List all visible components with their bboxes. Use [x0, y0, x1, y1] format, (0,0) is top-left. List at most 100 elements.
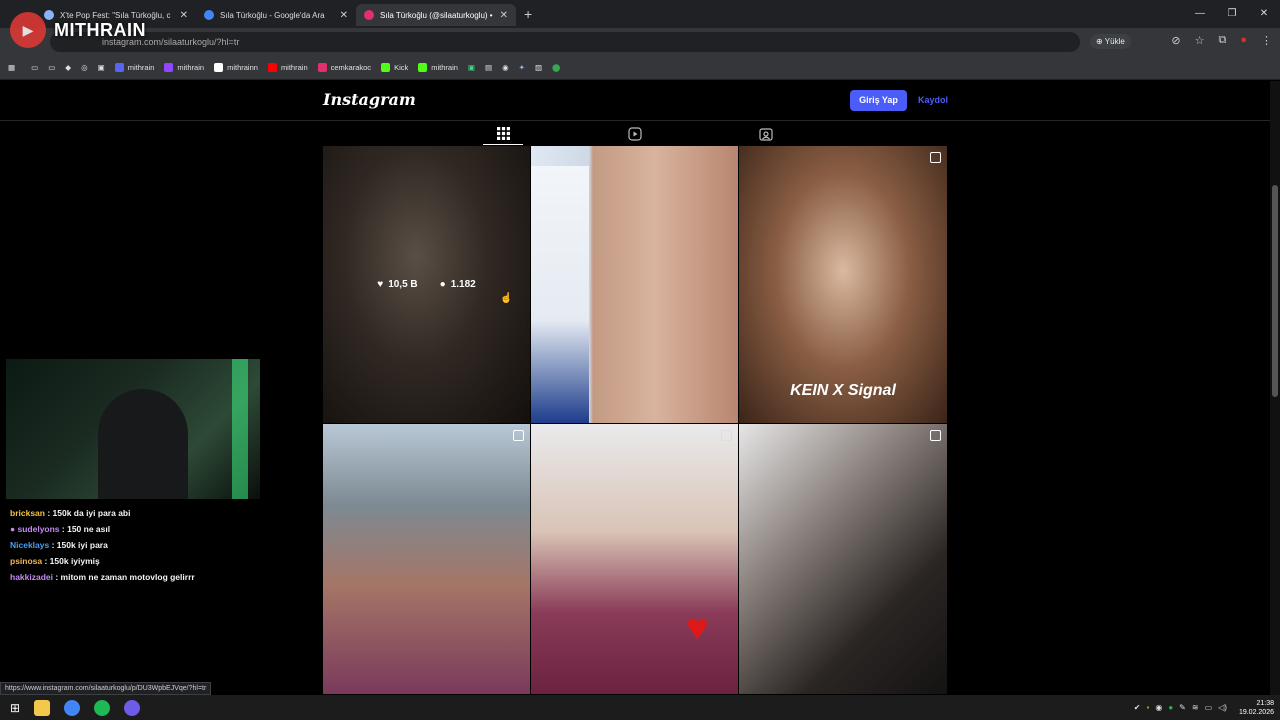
instagram-logo[interactable]: Instagram [323, 90, 416, 109]
bookmark-item[interactable]: mithrain [267, 63, 308, 72]
discord-icon[interactable]: ◉ [1155, 703, 1162, 712]
bookmark-item[interactable]: mithrain [418, 63, 458, 72]
nvidia-icon[interactable]: ▪ [1146, 703, 1149, 712]
bookmark-shortcut-icon[interactable]: ▤ [485, 63, 492, 72]
apps-icon[interactable]: ▦ [8, 63, 15, 72]
bookmark-shortcut-icon[interactable]: ▣ [98, 63, 105, 72]
tab-tagged[interactable] [746, 123, 786, 145]
bookmark-item[interactable]: mithrainn [214, 63, 258, 72]
chrome-icon[interactable] [64, 699, 81, 716]
chat-text: : 150k da iyi para abi [44, 508, 131, 518]
post-thumbnail[interactable]: ♥ [531, 424, 738, 694]
google-icon [204, 10, 214, 20]
chat-text: : mitom ne zaman motovlog gelirrr [53, 572, 195, 582]
stream-logo-overlay: ▶ MITHRAIN [10, 12, 146, 48]
bookmark-shortcut-icon[interactable]: ◎ [81, 63, 88, 72]
bookmark-item[interactable]: Kick [381, 63, 408, 72]
chat-text: : 150k iyi para [49, 540, 108, 550]
badge-icon: ● [10, 524, 18, 534]
restore-icon[interactable]: ❐ [1216, 0, 1248, 28]
close-tab-icon[interactable]: ✕ [180, 10, 188, 21]
profile-icon[interactable]: ● [1240, 34, 1247, 47]
tab-title: Sıla Türkoğlu - Google'da Ara [220, 10, 325, 20]
comments-count: 1.182 [450, 279, 476, 290]
tab-reels[interactable] [615, 123, 655, 145]
instagram-icon [364, 10, 374, 20]
post-thumbnail[interactable] [531, 146, 738, 423]
post-thumbnail[interactable]: KEIN X Signal [739, 146, 947, 423]
bookmark-shortcut-icon[interactable]: ⬤ [552, 63, 560, 72]
windows-start-icon[interactable]: ⊞ [10, 701, 20, 715]
chat-message: ● sudelyons : 150 ne asıl [10, 524, 310, 534]
bookmark-label: Kick [394, 63, 409, 72]
grid-icon [496, 127, 510, 140]
toolbar: instagram.com/silaaturkoglu/?hl=tr ⊕ Yük… [0, 28, 1280, 56]
new-tab-button[interactable]: + [524, 6, 532, 22]
install-label: Yükle [1104, 37, 1125, 46]
close-tab-icon[interactable]: ✕ [340, 10, 348, 21]
post-thumbnail[interactable]: ♥ 10,5 B ● 1.182 [323, 146, 530, 423]
chat-text: : 150 ne asıl [59, 524, 111, 534]
system-tray: ✔ ▪ ◉ ● ✎ ≋ ▭ ◁) 21:38 19.02.2026 [1134, 695, 1274, 720]
bookmark-item[interactable]: cemkarakoc [317, 63, 371, 72]
post-thumbnail[interactable] [739, 424, 947, 694]
address-bar[interactable]: instagram.com/silaaturkoglu/?hl=tr [50, 32, 1080, 52]
tab-google[interactable]: Sıla Türkoğlu - Google'da Ara ✕ [196, 4, 356, 26]
system-clock[interactable]: 21:38 19.02.2026 [1239, 699, 1274, 717]
bookmark-label: mithrain [127, 63, 155, 72]
ad-overlay-text: KEIN X Signal [790, 382, 896, 399]
chat-user: psinosa [10, 556, 43, 566]
signup-link[interactable]: Kaydol [918, 95, 948, 105]
tab-instagram[interactable]: Sıla Türkoğlu (@silaaturkoglu) • ✕ [356, 4, 516, 26]
spotify-tray-icon[interactable]: ● [1168, 703, 1173, 712]
green-light-strip [232, 359, 248, 499]
minimize-icon[interactable]: — [1184, 0, 1216, 28]
streamer-figure [98, 389, 188, 499]
tab-posts[interactable] [483, 123, 523, 145]
pen-icon[interactable]: ✎ [1179, 703, 1186, 712]
file-explorer-icon[interactable] [34, 699, 51, 716]
scrollbar-thumb[interactable] [1272, 185, 1278, 397]
login-button[interactable]: Giriş Yap [850, 90, 907, 111]
chat-message: bricksan : 150k da iyi para abi [10, 508, 310, 518]
install-icon: ⊕ [1096, 37, 1105, 46]
bookmark-shortcut-icon[interactable]: ▣ [468, 63, 475, 72]
profile-tabs [323, 121, 947, 146]
post-thumbnail[interactable] [323, 424, 530, 694]
chat-user: Niceklays [10, 540, 50, 550]
bookmark-shortcut-icon[interactable]: ◉ [502, 63, 509, 72]
clock-date: 19.02.2026 [1238, 708, 1274, 716]
star-icon[interactable]: ☆ [1195, 34, 1205, 47]
folder-icon[interactable]: ▭ [31, 63, 38, 72]
bookmark-item[interactable]: mithrain [164, 63, 204, 72]
brand-text: MITHRAIN [54, 19, 146, 40]
close-window-icon[interactable]: ✕ [1248, 0, 1280, 28]
clock-time: 21:38 [1256, 699, 1274, 707]
close-tab-icon[interactable]: ✕ [500, 10, 508, 21]
mouse-cursor-icon: ☝ [500, 293, 513, 304]
monitor-icon[interactable]: ▭ [1205, 703, 1213, 712]
streamer-webcam [6, 359, 260, 499]
chat-user: hakkizadei [10, 572, 53, 582]
spotify-icon[interactable] [94, 699, 111, 716]
bookmark-shortcut-icon[interactable]: ✦ [519, 63, 525, 72]
extensions-icon[interactable]: ⧉ [1218, 34, 1226, 47]
comment-icon: ● [439, 279, 446, 290]
stream-chat: bricksan : 150k da iyi para abi ● sudely… [10, 508, 310, 588]
install-button[interactable]: ⊕ Yükle [1090, 34, 1131, 49]
volume-icon[interactable]: ◁) [1218, 703, 1227, 712]
windows-taskbar: ⊞ ✔ ▪ ◉ ● ✎ ≋ ▭ ◁) 21:38 19.02.2026 [0, 695, 1280, 720]
page-scrollbar[interactable] [1270, 81, 1280, 695]
folder-icon[interactable]: ▭ [48, 63, 55, 72]
bookmark-shortcut-icon[interactable]: ◆ [65, 63, 71, 72]
eye-off-icon[interactable]: ⊘ [1171, 34, 1180, 47]
bookmark-item[interactable]: mithrain [114, 63, 155, 72]
carousel-badge-icon [513, 430, 524, 441]
app-icon[interactable] [124, 699, 141, 716]
wifi-icon[interactable]: ≋ [1192, 703, 1199, 712]
chat-message: Niceklays : 150k iyi para [10, 540, 310, 550]
chat-message: psinosa : 150k iyiymiş [10, 556, 310, 566]
tray-icon[interactable]: ✔ [1134, 703, 1141, 712]
bookmark-shortcut-icon[interactable]: ▨ [535, 63, 542, 72]
menu-icon[interactable]: ⋮ [1261, 34, 1272, 47]
